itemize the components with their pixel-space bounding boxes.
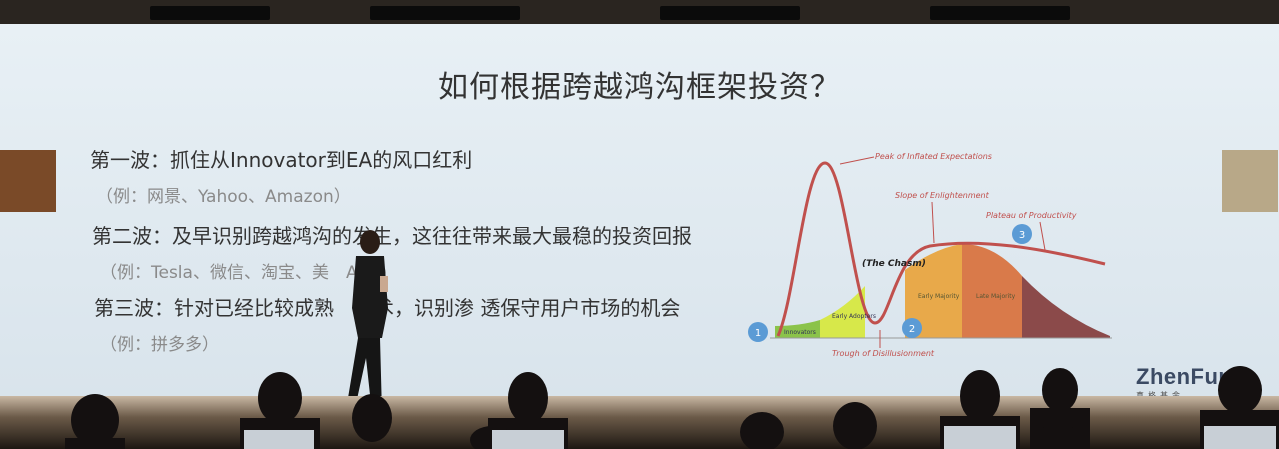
plateau-arrow bbox=[1039, 221, 1046, 251]
ceiling-light bbox=[150, 6, 270, 20]
speaker-head bbox=[360, 230, 380, 254]
slope-arrow bbox=[931, 201, 935, 244]
ceiling-light bbox=[930, 6, 1070, 20]
marker-1-label: 1 bbox=[755, 328, 761, 339]
slope-label: Slope of Enlightenment bbox=[895, 191, 990, 200]
slide-title: 如何根据跨越鸿沟框架投资？ bbox=[438, 70, 841, 105]
side-panel-left bbox=[0, 150, 56, 212]
innovators-label: Innovators bbox=[784, 329, 816, 336]
wave-1: 第一波：抓住从Innovator到EA的风口红利 bbox=[90, 148, 473, 172]
speaker-torso bbox=[352, 256, 388, 338]
audience bbox=[65, 366, 1279, 449]
early-majority-label: Early Majority bbox=[918, 293, 960, 300]
marker-2-label: 2 bbox=[909, 324, 915, 335]
early-adopters-segment bbox=[820, 286, 865, 338]
late-majority-label: Late Majority bbox=[976, 293, 1016, 300]
laggards-segment bbox=[1022, 276, 1110, 338]
chasm-label: (The Chasm) bbox=[862, 259, 926, 269]
side-panel-right bbox=[1222, 150, 1278, 212]
hype-cycle-diagram: Peak of Inflated Expectations Slope of E… bbox=[748, 152, 1112, 358]
speaker-hand bbox=[380, 276, 388, 292]
ceiling-light bbox=[370, 6, 520, 20]
marker-3-label: 3 bbox=[1019, 230, 1025, 241]
peak-arrow bbox=[839, 156, 875, 165]
wave-1-example: （例：网景、Yahoo、Amazon） bbox=[96, 187, 351, 207]
wave-3-example: （例：拼多多） bbox=[100, 335, 219, 355]
trough-label: Trough of Disillusionment bbox=[832, 349, 935, 358]
plateau-label: Plateau of Productivity bbox=[986, 211, 1077, 220]
peak-label: Peak of Inflated Expectations bbox=[875, 152, 992, 161]
late-majority-segment bbox=[962, 244, 1022, 338]
ceiling-light bbox=[660, 6, 800, 20]
early-adopters-label: Early Adopters bbox=[832, 313, 876, 320]
